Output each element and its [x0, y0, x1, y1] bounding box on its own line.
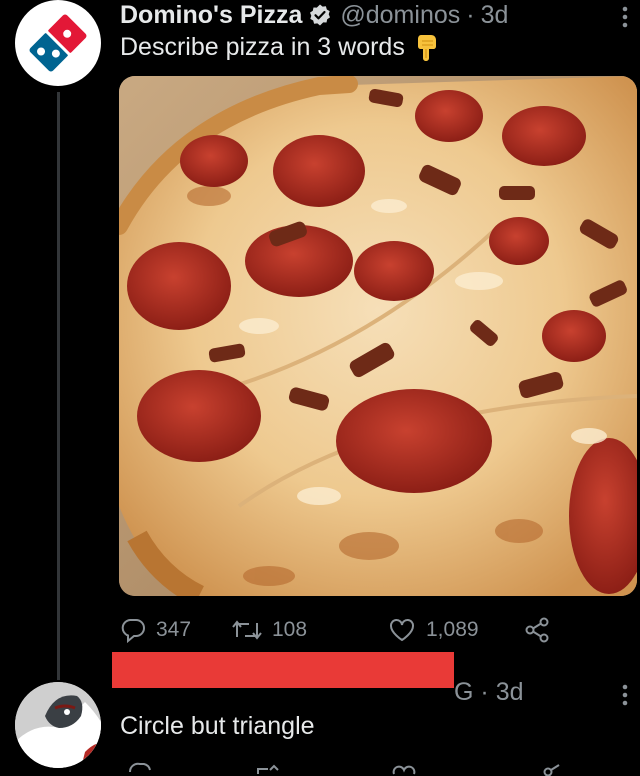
thread-line — [57, 92, 60, 680]
tweet-header: Domino's Pizza @dominos · 3d — [120, 0, 508, 30]
reply-icon — [121, 619, 145, 643]
pointing-down-emoji-icon — [413, 32, 441, 62]
retweet-button[interactable]: 108 — [232, 612, 307, 648]
reply-text: Circle but triangle — [120, 712, 315, 740]
tweet-action-bar: 347 108 1,089 — [120, 612, 640, 648]
reply-share-icon[interactable] — [543, 764, 560, 776]
reply-count: 347 — [156, 618, 192, 641]
reply-author-suffix[interactable]: G — [454, 678, 473, 706]
tweet-time[interactable]: 3d — [481, 1, 509, 30]
reply-action-bar — [120, 760, 640, 776]
verified-badge-icon — [308, 3, 332, 27]
author-handle[interactable]: @dominos — [340, 1, 460, 30]
reply-time[interactable]: 3d — [496, 678, 524, 706]
avatar-image — [15, 682, 101, 768]
dominos-logo-icon — [29, 14, 87, 72]
share-icon — [525, 617, 549, 643]
reply-heart-icon[interactable] — [392, 765, 416, 775]
tweet-text: Describe pizza in 3 words — [120, 32, 441, 62]
reply-reply-icon[interactable] — [129, 762, 151, 773]
like-count: 1,089 — [426, 618, 479, 641]
more-options-icon[interactable] — [622, 6, 628, 28]
tweet-image[interactable] — [119, 76, 637, 596]
reply-button[interactable]: 347 — [120, 612, 191, 648]
redacted-author-name — [112, 652, 454, 688]
author-name[interactable]: Domino's Pizza — [120, 1, 302, 30]
like-button[interactable]: 1,089 — [388, 612, 479, 648]
reply-retweet-icon[interactable] — [257, 764, 279, 774]
reply-separator-dot: · — [480, 678, 489, 706]
dominos-avatar[interactable] — [15, 0, 101, 86]
heart-icon — [390, 619, 414, 642]
share-button[interactable] — [524, 612, 560, 648]
retweet-icon — [232, 620, 262, 640]
pizza-photo — [119, 76, 637, 596]
reply-header-meta: G · 3d — [454, 678, 524, 707]
tweet-text-content: Describe pizza in 3 words — [120, 32, 405, 61]
separator-dot: · — [466, 0, 475, 29]
retweet-count: 108 — [272, 618, 308, 641]
reply-author-avatar[interactable] — [15, 682, 101, 768]
reply-more-options-icon[interactable] — [622, 684, 628, 706]
